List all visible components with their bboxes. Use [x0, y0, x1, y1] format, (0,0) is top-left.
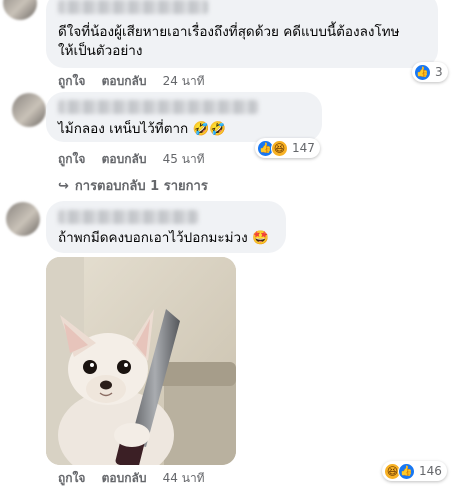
attached-photo[interactable]	[46, 257, 236, 465]
like-icon: 👍	[414, 63, 431, 81]
reaction-count: 147	[292, 141, 315, 155]
commenter-name[interactable]	[58, 210, 198, 224]
reply-arrow-icon: ↪	[58, 179, 69, 194]
comment-text: ไม้กลอง เหน็บไว้ที่ตาก 🤣🤣	[58, 121, 227, 137]
comment-actions: ถูกใจ ตอบกลับ 45 นาที	[58, 150, 217, 169]
like-icon: 👍	[398, 462, 415, 480]
like-button[interactable]: ถูกใจ	[58, 72, 85, 91]
commenter-name[interactable]	[58, 0, 208, 14]
reply-button[interactable]: ตอบกลับ	[102, 150, 147, 169]
avatar[interactable]	[6, 202, 40, 236]
reply-button[interactable]: ตอบกลับ	[102, 469, 147, 488]
reaction-count: 3	[435, 65, 443, 79]
timestamp[interactable]: 24 นาที	[163, 72, 205, 91]
like-button[interactable]: ถูกใจ	[58, 150, 85, 169]
reaction-summary[interactable]: 👍 3	[412, 62, 448, 82]
comment-text: ถ้าพกมีดคงบอกเอาไว้ปอกมะม่วง 🤩	[58, 230, 269, 246]
comment-actions: ถูกใจ ตอบกลับ 24 นาที	[58, 72, 217, 91]
next-comment-actions-partial	[58, 494, 154, 500]
view-replies-label: การตอบกลับ 1 รายการ	[74, 179, 208, 194]
reaction-summary[interactable]: 👍 😆 147	[255, 138, 320, 158]
view-replies-link[interactable]: ↪ การตอบกลับ 1 รายการ	[58, 175, 208, 196]
comment-text-line: ให้เป็นตัวอย่าง	[58, 43, 143, 59]
comment-text: ดีใจที่น้องผู้เสียหายเอาเรื่องถึงที่สุดด…	[58, 23, 400, 61]
avatar[interactable]	[12, 93, 46, 127]
haha-icon: 😆	[271, 139, 288, 157]
reaction-summary[interactable]: 😆 👍 146	[382, 461, 447, 481]
timestamp[interactable]: 45 นาที	[163, 150, 205, 169]
reaction-count: 146	[419, 464, 442, 478]
comment-actions: ถูกใจ ตอบกลับ 44 นาที	[58, 469, 217, 488]
timestamp[interactable]: 44 นาที	[163, 469, 205, 488]
avatar[interactable]	[3, 0, 37, 20]
like-button[interactable]: ถูกใจ	[58, 469, 85, 488]
commenter-name[interactable]	[58, 100, 258, 114]
puppy-knife-image	[46, 257, 236, 465]
comment-text-line: ดีใจที่น้องผู้เสียหายเอาเรื่องถึงที่สุดด…	[58, 24, 400, 40]
reply-button[interactable]: ตอบกลับ	[102, 72, 147, 91]
